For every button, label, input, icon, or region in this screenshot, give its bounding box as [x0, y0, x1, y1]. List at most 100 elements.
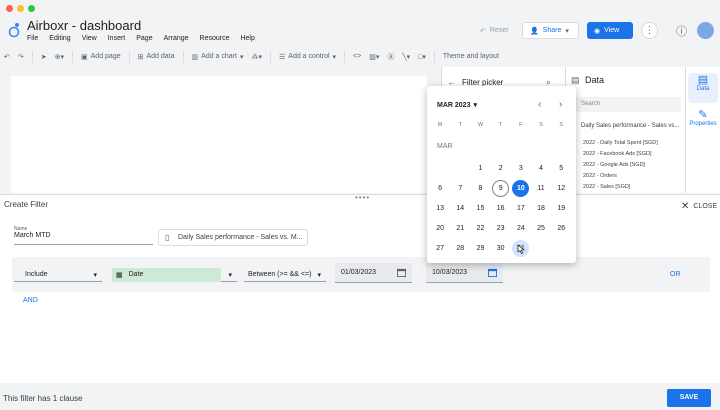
avatar[interactable] — [697, 22, 714, 39]
calendar-day[interactable]: 2 — [491, 158, 511, 178]
line-icon[interactable]: ╲▾ — [402, 53, 410, 61]
image-icon[interactable]: ▨▾ — [369, 53, 379, 61]
resize-handle-icon[interactable]: •••• — [355, 193, 370, 202]
calendar-day[interactable]: 8 — [470, 178, 490, 198]
calendar-day[interactable]: 3 — [511, 158, 531, 178]
calendar-day-number: 27 — [436, 245, 444, 253]
close-label: CLOSE — [693, 203, 718, 210]
reset-button[interactable]: ↶ Reset — [473, 22, 515, 39]
calendar-day[interactable]: 28 — [450, 239, 470, 259]
view-button[interactable]: ◉ View — [587, 22, 633, 39]
report-page[interactable] — [11, 76, 427, 193]
calendar-icon[interactable] — [488, 268, 497, 277]
close-window-button[interactable] — [6, 5, 13, 12]
calendar-day[interactable]: 21 — [450, 219, 470, 239]
report-title[interactable]: Airboxr - dashboard — [27, 18, 141, 33]
more-options-icon[interactable]: ⋮ — [641, 22, 658, 39]
calendar-day[interactable]: 19 — [551, 198, 571, 218]
calendar-day[interactable]: 1 — [470, 158, 490, 178]
data-search-input[interactable]: Search — [575, 97, 681, 112]
calendar-day-number: 4 — [539, 164, 543, 172]
calendar-day[interactable]: 9 — [491, 178, 511, 198]
code-embed-icon[interactable]: <> — [353, 53, 361, 60]
calendar-day[interactable]: 29 — [470, 239, 490, 259]
share-button[interactable]: 👤 Share ▾ — [522, 22, 579, 39]
calendar-day[interactable]: 4 — [531, 158, 551, 178]
undo-icon[interactable]: ↶ — [4, 53, 10, 61]
field-item[interactable]: 2022 - Sales [SGD] — [583, 184, 630, 190]
maximize-window-button[interactable] — [28, 5, 35, 12]
select-cursor-icon[interactable]: ➤ — [41, 53, 47, 61]
menu-page[interactable]: Page — [136, 35, 152, 42]
add-page-label: Add page — [90, 53, 121, 60]
theme-layout-button[interactable]: Theme and layout — [443, 53, 499, 60]
zoom-icon[interactable]: ⊕▾ — [55, 53, 64, 61]
and-button[interactable]: AND — [23, 297, 38, 304]
add-chart-button[interactable]: ▥ Add a chart ▾ — [192, 53, 244, 61]
calendar-day[interactable]: 27 — [430, 239, 450, 259]
calendar-day[interactable]: 20 — [430, 219, 450, 239]
next-month-icon[interactable]: › — [559, 99, 562, 110]
calendar-day[interactable]: 25 — [531, 219, 551, 239]
calendar-day[interactable]: 23 — [491, 219, 511, 239]
field-item[interactable]: 2022 - Facebook Ads [SGD] — [583, 151, 651, 157]
field-item[interactable]: 2022 - Google Ads [SGD] — [583, 162, 645, 168]
add-data-button[interactable]: ⊞ Add data — [138, 53, 175, 61]
calendar-day[interactable]: 24 — [511, 219, 531, 239]
minimize-window-button[interactable] — [17, 5, 24, 12]
calendar-day[interactable]: 7 — [450, 178, 470, 198]
menu-arrange[interactable]: Arrange — [164, 35, 189, 42]
close-button[interactable]: ✕ CLOSE — [681, 201, 717, 212]
field-select[interactable]: ▦ Date ▾ — [112, 267, 237, 282]
menu-resource[interactable]: Resource — [200, 35, 230, 42]
start-date-input[interactable]: 01/03/2023 — [335, 263, 412, 283]
weekday-label: S — [539, 122, 543, 128]
calendar-day[interactable]: 12 — [551, 178, 571, 198]
menu-insert[interactable]: Insert — [108, 35, 126, 42]
menu-view[interactable]: View — [82, 35, 97, 42]
chevron-down-icon[interactable]: ▾ — [565, 27, 569, 35]
redo-icon[interactable]: ↷ — [18, 53, 24, 61]
previous-month-icon[interactable]: ‹ — [538, 99, 541, 110]
field-item[interactable]: 2022 - Daily Total Spent [SGD] — [583, 140, 658, 146]
rail-properties-tab[interactable]: ✎ Properties — [688, 108, 718, 138]
calendar-day[interactable]: 11 — [531, 178, 551, 198]
calendar-icon[interactable] — [397, 268, 406, 277]
calendar-day[interactable]: 17 — [511, 198, 531, 218]
rail-data-tab[interactable]: ▤ Data — [688, 73, 718, 103]
calendar-day[interactable]: 26 — [551, 219, 571, 239]
menu-file[interactable]: File — [27, 35, 38, 42]
data-source-selector[interactable]: Daily Sales performance - Sales vs... — [581, 123, 679, 129]
add-control-button[interactable]: ☰ Add a control ▾ — [279, 53, 336, 61]
add-page-button[interactable]: ▣ Add page — [81, 53, 121, 61]
help-icon[interactable]: ⓘ — [676, 23, 687, 39]
data-source-chip[interactable]: ▯ Daily Sales performance - Sales vs. M.… — [158, 229, 308, 246]
text-icon[interactable]: Ⓐ — [387, 52, 394, 62]
calendar-day[interactable]: 18 — [531, 198, 551, 218]
calendar-day[interactable]: 10 — [511, 178, 531, 198]
calendar-day[interactable]: 16 — [491, 198, 511, 218]
calendar-day[interactable]: 14 — [450, 198, 470, 218]
operator-select[interactable]: Between (>= && <=) ▾ — [244, 268, 326, 282]
field-item[interactable]: 2022 - Orders — [583, 173, 617, 179]
calendar-day[interactable]: 6 — [430, 178, 450, 198]
community-viz-icon[interactable]: ⁂▾ — [251, 53, 262, 61]
pencil-icon: ✎ — [698, 109, 708, 121]
save-button[interactable]: SAVE — [667, 389, 711, 407]
calendar-day[interactable]: 22 — [470, 219, 490, 239]
calendar-day[interactable]: 13 — [430, 198, 450, 218]
weekday-label: T — [498, 122, 503, 128]
name-field[interactable]: March MTD — [14, 232, 153, 245]
or-button[interactable]: OR — [670, 271, 681, 278]
menu-editing[interactable]: Editing — [49, 35, 70, 42]
shape-icon[interactable]: □▾ — [418, 53, 426, 61]
end-date-input[interactable]: 10/03/2023 — [426, 263, 503, 283]
calendar-day[interactable]: 5 — [551, 158, 571, 178]
month-year-selector[interactable]: MAR 2023 ▾ — [437, 101, 477, 110]
calendar-day[interactable]: 30 — [491, 239, 511, 259]
calendar-day[interactable]: 15 — [470, 198, 490, 218]
calendar-day-number: 11 — [537, 184, 545, 192]
include-select[interactable]: Include ▾ — [14, 268, 102, 282]
calendar-day-number: 8 — [478, 184, 483, 192]
menu-help[interactable]: Help — [240, 35, 254, 42]
